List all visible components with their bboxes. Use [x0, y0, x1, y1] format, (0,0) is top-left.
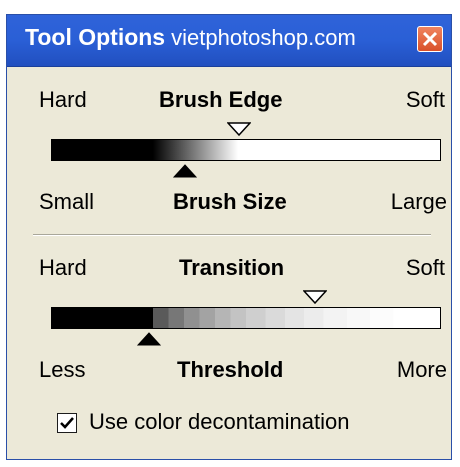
brush-size-small-label: Small — [39, 189, 95, 214]
transition-threshold-slider-track[interactable] — [51, 307, 441, 329]
brush-edge-size-slider-track[interactable] — [51, 139, 441, 161]
brush-edge-hard-label: Hard — [39, 87, 87, 112]
close-icon — [422, 31, 438, 47]
threshold-more-label: More — [396, 357, 447, 382]
threshold-less-label: Less — [39, 357, 86, 382]
brush-edge-slider-handle[interactable] — [227, 122, 251, 136]
brush-size-slider-handle[interactable] — [173, 164, 197, 178]
window-title: Tool Options — [25, 24, 166, 50]
title-bar[interactable]: Tool Options vietphotoshop.com — [7, 15, 451, 67]
transition-hard-label: Hard — [39, 255, 87, 280]
transition-soft-label: Soft — [405, 255, 445, 280]
decontamination-label[interactable]: Use color decontamination — [89, 409, 349, 435]
brush-size-large-label: Large — [390, 189, 447, 214]
transition-title: Transition — [179, 255, 285, 280]
section-divider — [33, 234, 431, 236]
brush-size-title: Brush Size — [173, 189, 287, 214]
close-button[interactable] — [417, 26, 443, 52]
window-title-group: Tool Options vietphotoshop.com — [25, 24, 356, 51]
transition-slider-handle[interactable] — [303, 290, 327, 304]
brush-edge-title: Brush Edge — [159, 87, 283, 112]
decontamination-checkbox[interactable] — [57, 413, 77, 433]
threshold-title: Threshold — [177, 357, 284, 382]
brush-edge-soft-label: Soft — [405, 87, 445, 112]
watermark-text: vietphotoshop.com — [171, 25, 356, 50]
checkmark-icon — [60, 417, 74, 429]
tool-options-window: Tool Options vietphotoshop.com Hard Brush… — [6, 14, 452, 460]
threshold-slider-handle[interactable] — [137, 332, 161, 346]
